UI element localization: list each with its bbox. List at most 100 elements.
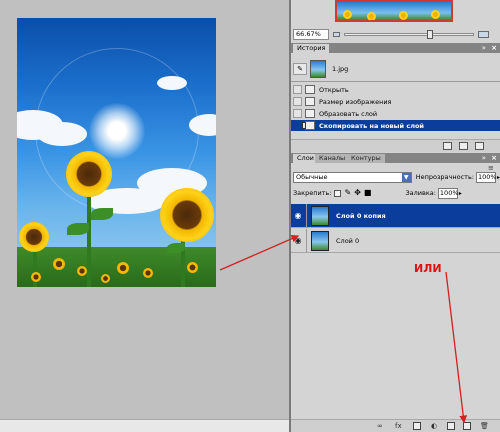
layer-name[interactable]: Слой 0 копия <box>336 212 386 220</box>
chevron-right-icon[interactable]: ▸ <box>459 190 462 197</box>
eye-icon[interactable]: ◉ <box>292 230 304 252</box>
sunflower <box>31 272 41 282</box>
history-panel-header: История » × <box>291 43 500 53</box>
cloud <box>37 122 87 146</box>
close-icon[interactable]: × <box>491 43 497 53</box>
history-item-selected[interactable]: Скопировать на новый слой <box>291 120 500 131</box>
history-snapshot[interactable]: ✎ 1.jpg <box>291 59 500 79</box>
sunflower <box>77 266 87 276</box>
zoom-slider-track <box>344 33 474 36</box>
layer-name[interactable]: Слой 0 <box>336 237 359 245</box>
layers-options-row: Обычные ▼ Непрозрачность: 100% ▸ <box>291 170 500 184</box>
layers-footer: ∞ fx ◐ 🗑 <box>291 419 500 432</box>
sun <box>89 103 145 159</box>
layer-row[interactable]: ◉ Слой 0 <box>291 228 500 253</box>
document-canvas-area[interactable] <box>0 0 289 432</box>
fx-icon[interactable]: fx <box>395 422 402 430</box>
document-icon <box>305 109 315 118</box>
sunflower <box>66 151 112 197</box>
close-icon[interactable]: × <box>491 153 497 163</box>
sunflower-preview <box>399 11 408 20</box>
history-brush-checkbox[interactable] <box>293 121 302 130</box>
history-brush-checkbox[interactable] <box>293 85 302 94</box>
opacity-input[interactable]: 100% <box>475 171 497 183</box>
sunflower <box>19 222 49 252</box>
leaf <box>67 223 89 235</box>
tab-paths[interactable]: Контуры <box>347 154 385 163</box>
layer-row-selected[interactable]: ◉ Слой 0 копия <box>291 203 500 228</box>
status-bar <box>0 419 289 432</box>
snapshot-label: 1.jpg <box>332 65 349 73</box>
history-item[interactable]: Образовать слой <box>291 108 500 119</box>
blend-mode-value: Обычные <box>296 172 328 181</box>
history-item[interactable]: Размер изображения <box>291 96 500 107</box>
fill-input[interactable]: 100% <box>437 187 459 199</box>
brush-source-icon[interactable]: ✎ <box>293 63 307 75</box>
document-icon <box>305 85 315 94</box>
layer-mask-icon[interactable] <box>413 422 421 430</box>
divider <box>306 203 307 228</box>
history-footer <box>291 139 500 152</box>
eye-icon[interactable]: ◉ <box>292 205 304 227</box>
chevron-down-icon[interactable]: ▼ <box>401 172 411 182</box>
sunflower <box>160 188 214 242</box>
sunflower-preview <box>431 10 440 19</box>
adjustment-layer-icon[interactable]: ◐ <box>431 422 437 430</box>
trash-icon[interactable]: 🗑 <box>480 422 489 430</box>
new-layer-icon[interactable] <box>463 422 471 430</box>
opacity-label: Непрозрачность: <box>415 173 474 181</box>
sunflower <box>187 262 198 273</box>
trash-icon[interactable] <box>475 142 484 150</box>
link-icon[interactable]: ∞ <box>377 422 383 430</box>
layers-list: ◉ Слой 0 копия ◉ Слой 0 <box>291 202 500 412</box>
collapse-icon[interactable]: » <box>482 43 486 53</box>
document-image-sunflowers[interactable] <box>17 18 216 287</box>
history-brush-checkbox[interactable] <box>293 97 302 106</box>
tab-channels[interactable]: Каналы <box>315 154 350 163</box>
zoom-slider[interactable] <box>344 30 474 39</box>
cloud <box>157 76 187 90</box>
lock-transparency-icon[interactable] <box>334 189 342 197</box>
sunflower-preview <box>367 12 376 20</box>
lock-position-icon[interactable]: ✥ <box>354 189 361 197</box>
lock-label: Закрепить: <box>293 189 332 197</box>
blend-mode-select[interactable]: Обычные ▼ <box>293 171 412 183</box>
history-item-label: Открыть <box>319 85 349 94</box>
zoom-input[interactable]: 66.67% <box>293 29 329 40</box>
history-item-label: Образовать слой <box>319 109 378 118</box>
zoom-out-icon[interactable] <box>333 32 340 37</box>
history-brush-checkbox[interactable] <box>293 109 302 118</box>
document-icon <box>305 121 315 130</box>
history-item-label: Скопировать на новый слой <box>319 121 424 130</box>
layer-thumbnail <box>311 230 329 251</box>
document-icon <box>305 97 315 106</box>
panels-column: 66.67% История » × ≡ ✎ 1.jpg Открыть Раз… <box>291 0 500 432</box>
zoom-in-icon[interactable] <box>478 31 489 38</box>
divider <box>306 228 307 253</box>
sunflower <box>117 262 129 274</box>
layer-thumbnail <box>311 205 329 226</box>
sunflower <box>143 268 153 278</box>
history-panel: ✎ 1.jpg Открыть Размер изображения Образ… <box>291 57 500 153</box>
lock-pixels-icon[interactable]: ✎ <box>344 189 351 197</box>
lock-all-icon[interactable]: ■ <box>364 189 372 197</box>
zoom-slider-thumb[interactable] <box>427 30 433 39</box>
snapshot-thumbnail <box>310 60 326 78</box>
navigator-preview[interactable] <box>335 0 453 22</box>
camera-icon[interactable] <box>459 142 468 150</box>
history-state-slider[interactable] <box>302 122 306 129</box>
group-folder-icon[interactable] <box>447 422 455 430</box>
history-item-label: Размер изображения <box>319 97 392 106</box>
new-document-icon[interactable] <box>443 142 452 150</box>
fill-label: Заливка: <box>405 189 436 197</box>
sunflower-preview <box>343 10 352 19</box>
tab-history[interactable]: История <box>293 44 330 53</box>
annotation-or-label: ИЛИ <box>414 262 442 275</box>
history-item[interactable]: Открыть <box>291 84 500 95</box>
leaf <box>167 243 185 253</box>
navigator-zoom-bar: 66.67% <box>291 28 500 41</box>
sunflower <box>101 274 110 283</box>
collapse-icon[interactable]: » <box>482 153 486 163</box>
divider <box>291 81 500 82</box>
layers-panel-header: Слои Каналы Контуры » × <box>291 153 500 163</box>
